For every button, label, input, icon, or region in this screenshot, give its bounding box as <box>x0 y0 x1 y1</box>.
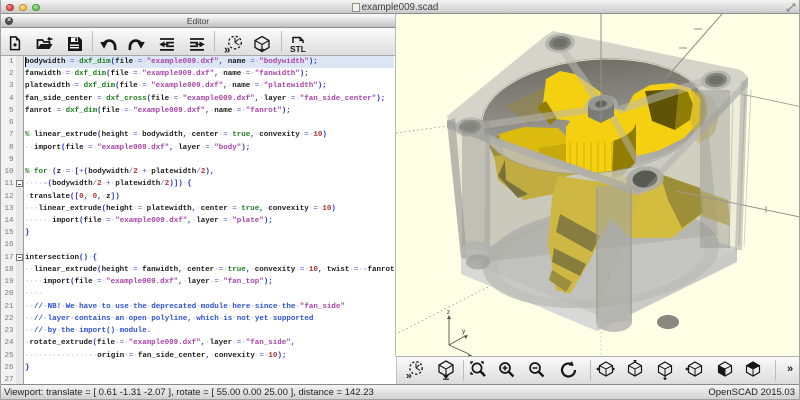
svg-text:»: » <box>406 370 412 381</box>
svg-text:STL: STL <box>290 44 306 54</box>
svg-text:»: » <box>224 45 230 55</box>
svg-text:z: z <box>447 309 450 316</box>
svg-text:y: y <box>462 328 466 335</box>
